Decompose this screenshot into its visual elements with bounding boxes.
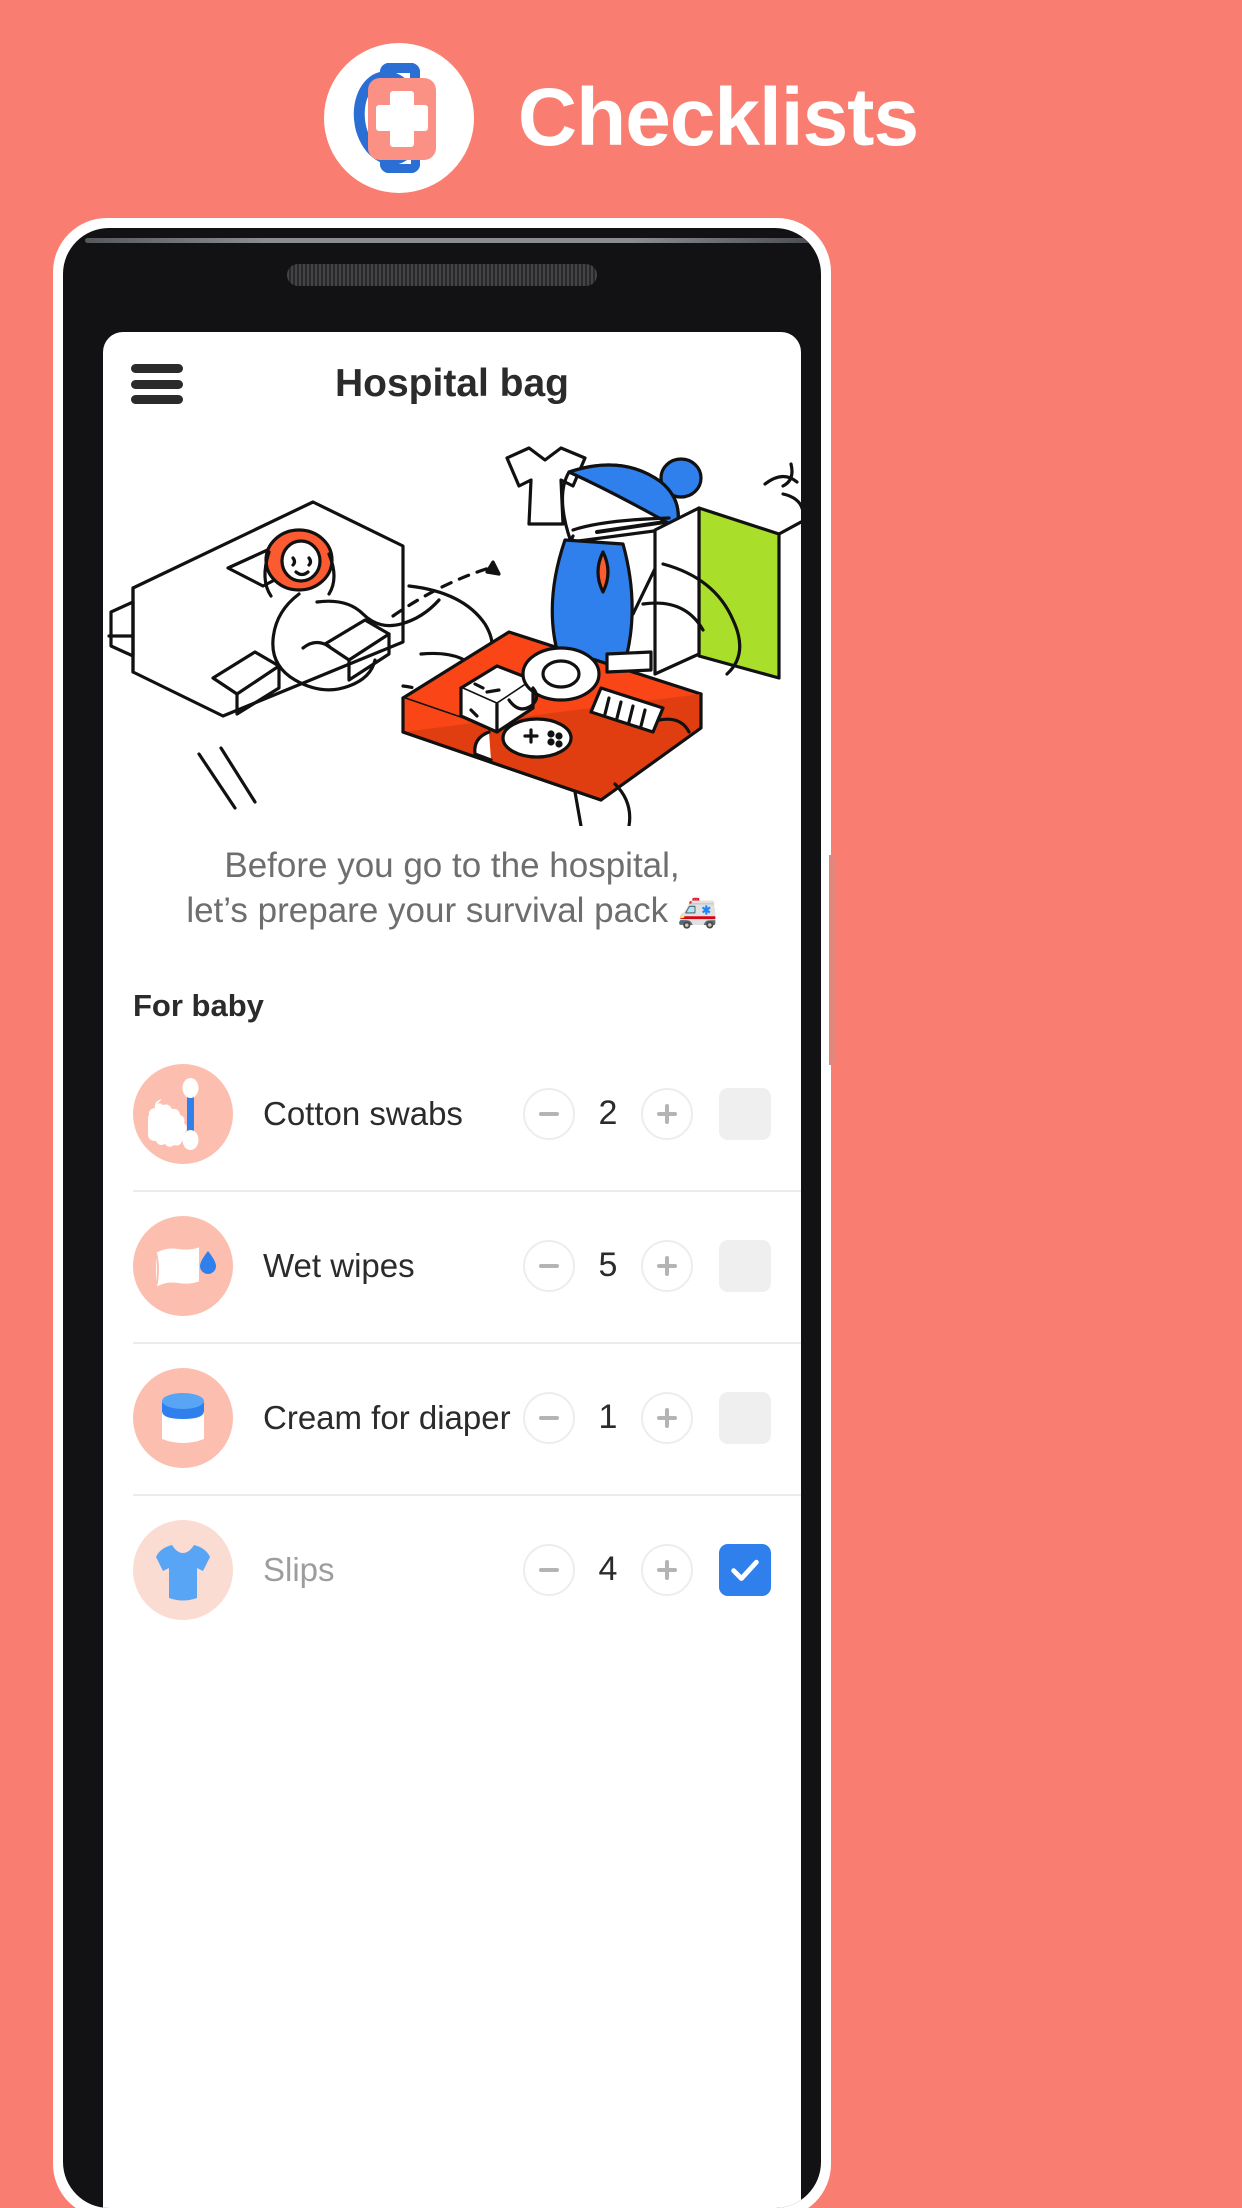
hero-illustration [103,436,801,826]
list-item[interactable]: Wet wipes 5 [103,1189,801,1342]
list-item[interactable]: Slips 4 [103,1493,801,1646]
phone-speaker-grille [287,264,597,286]
page-title: Hospital bag [334,362,570,405]
logo-cross-icon [375,105,428,131]
baby-onesie-icon [133,1519,233,1620]
phone-mockup: Hospital bag Before you go to the hospit… [53,218,831,2208]
decrement-button[interactable] [523,1543,575,1596]
subtitle-line-1: Before you go to the hospital, [224,846,680,885]
first-aid-bag-logo [323,43,474,193]
decrement-button[interactable] [523,1239,575,1292]
increment-button[interactable] [641,1239,693,1292]
checkmark-icon [731,1559,759,1581]
decrement-button[interactable] [523,1087,575,1140]
app-screen: Hospital bag Before you go to the hospit… [103,332,801,2208]
quantity-stepper: 1 [523,1391,693,1444]
item-checkbox[interactable] [719,1087,771,1140]
increment-button[interactable] [641,1391,693,1444]
subtitle-line-2: let’s prepare your survival pack [186,890,669,930]
checklist: Cotton swabs 2 Wet wipes 5 Cream for dia… [103,1038,801,1646]
diaper-cream-icon [133,1367,233,1468]
increment-button[interactable] [641,1087,693,1140]
hamburger-menu-icon[interactable] [131,364,183,404]
quantity-value: 5 [598,1246,618,1285]
increment-button[interactable] [641,1543,693,1596]
decrement-button[interactable] [523,1391,575,1444]
subtitle-line-2-wrap: let’s prepare your survival pack 🚑 [143,889,761,934]
app-bar: Hospital bag [103,332,801,436]
item-name: Cream for diaper [263,1398,511,1436]
item-name: Wet wipes [263,1246,415,1284]
quantity-value: 4 [598,1550,618,1589]
quantity-stepper: 2 [523,1087,693,1140]
list-item[interactable]: Cotton swabs 2 [103,1038,801,1190]
banner-title: Checklists [517,72,919,163]
item-name: Slips [263,1550,335,1588]
quantity-stepper: 5 [523,1239,693,1292]
item-name: Cotton swabs [263,1094,463,1132]
wet-wipes-icon [133,1215,233,1316]
phone-top-highlight [85,238,813,243]
phone-side-button [829,855,836,1065]
quantity-stepper: 4 [523,1543,693,1596]
promo-banner: Checklists [0,38,1242,198]
item-checkbox[interactable] [719,1543,771,1596]
ambulance-icon: 🚑 [677,892,718,929]
cotton-swab-icon [133,1063,233,1164]
screen-subtitle: Before you go to the hospital, let’s pre… [103,826,801,934]
quantity-value: 2 [598,1094,618,1133]
phone-body: Hospital bag Before you go to the hospit… [63,228,821,2208]
section-header-for-baby: For baby [133,987,264,1023]
item-checkbox[interactable] [719,1239,771,1292]
item-checkbox[interactable] [719,1391,771,1444]
list-item[interactable]: Cream for diaper 1 [103,1341,801,1494]
quantity-value: 1 [598,1398,618,1437]
